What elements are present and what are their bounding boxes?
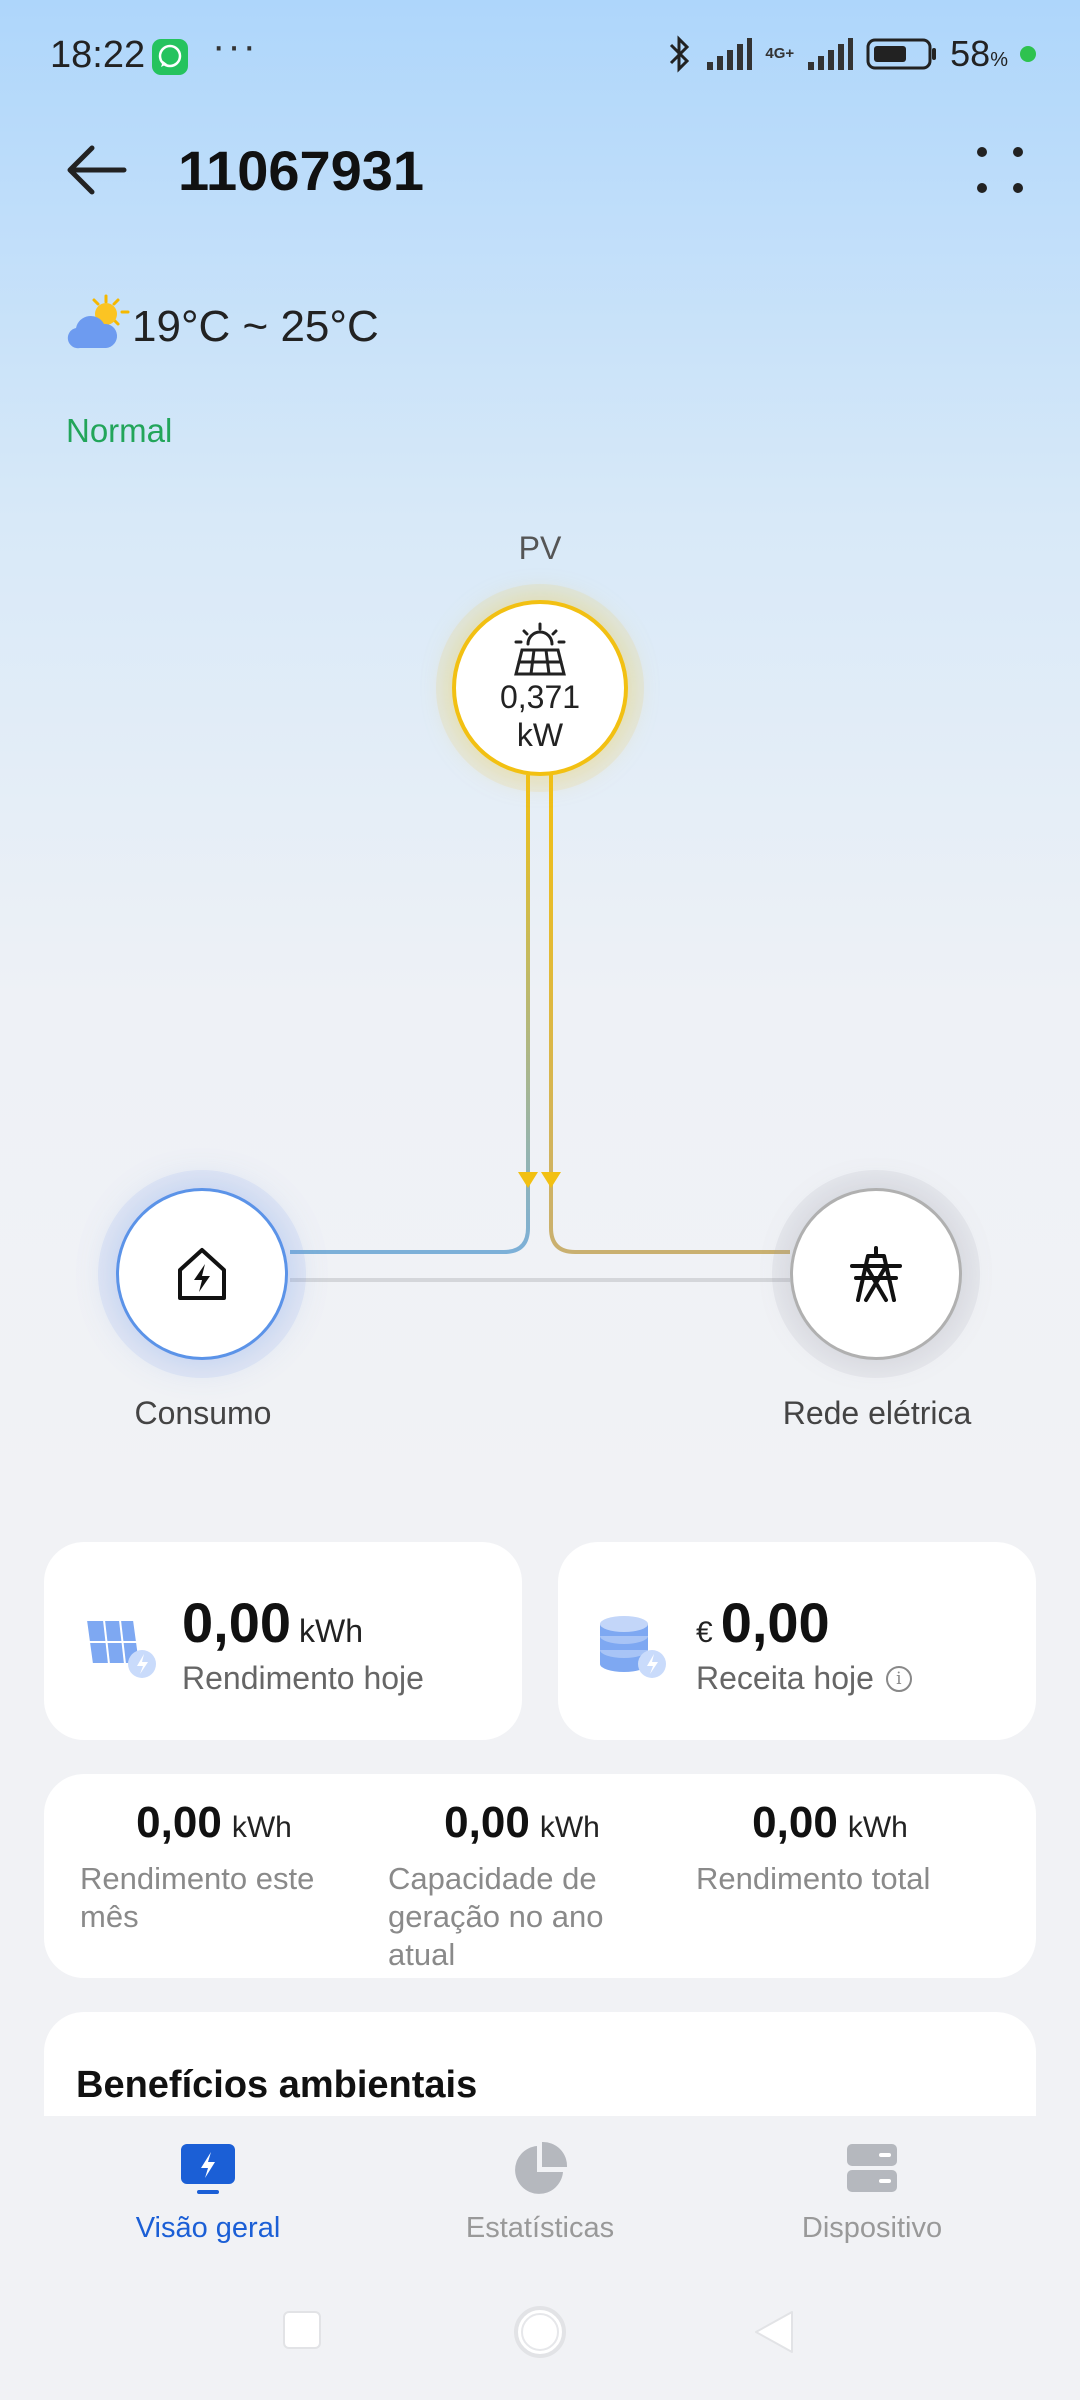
grid-node[interactable] bbox=[790, 1188, 962, 1360]
nav-overview[interactable]: Visão geral bbox=[58, 2140, 358, 2245]
system-navigation-bar bbox=[0, 2266, 1080, 2400]
info-icon[interactable]: i bbox=[885, 1665, 912, 1692]
stat-year-value: 0,00 bbox=[444, 1798, 530, 1847]
stat-year-unit: kWh bbox=[539, 1811, 600, 1844]
yield-today-label: Rendimento hoje bbox=[182, 1660, 424, 1696]
currency-symbol: € bbox=[696, 1616, 713, 1649]
yield-stats-card: 0,00 kWh Rendimento este mês 0,00 kWh Ca… bbox=[44, 1774, 1036, 1978]
stat-total-unit: kWh bbox=[847, 1811, 908, 1844]
stat-month: 0,00 kWh Rendimento este mês bbox=[64, 1798, 364, 1936]
bottom-navigation: Visão geral Estatísticas Dispositivo bbox=[0, 2116, 1080, 2266]
overview-icon bbox=[179, 2140, 237, 2198]
revenue-today-card[interactable]: € 0,00 Receita hoje i bbox=[558, 1542, 1036, 1740]
stat-total-value: 0,00 bbox=[752, 1798, 838, 1847]
revenue-today-label: Receita hoje bbox=[696, 1660, 874, 1696]
nav-statistics-label: Estatísticas bbox=[465, 2212, 615, 2244]
stat-month-unit: kWh bbox=[231, 1811, 292, 1844]
pie-chart-icon bbox=[511, 2140, 569, 2198]
solar-yield-icon bbox=[84, 1619, 156, 1678]
flow-arrow-left bbox=[518, 1172, 538, 1188]
yield-today-value: 0,00 bbox=[182, 1591, 291, 1654]
device-icon bbox=[843, 2140, 901, 2198]
grid-label: Rede elétrica bbox=[782, 1395, 972, 1431]
recent-apps-button[interactable] bbox=[282, 2310, 322, 2350]
stat-total-label: Rendimento total bbox=[696, 1861, 931, 1896]
stat-month-value: 0,00 bbox=[136, 1798, 222, 1847]
environmental-benefits-title: Benefícios ambientais bbox=[76, 2064, 478, 2106]
pv-label: PV bbox=[518, 530, 562, 566]
system-back-button[interactable] bbox=[752, 2308, 796, 2356]
nav-overview-label: Visão geral bbox=[135, 2212, 281, 2244]
pv-power-value: 0,371 bbox=[499, 679, 581, 715]
coins-icon bbox=[600, 1616, 666, 1678]
stat-total: 0,00 kWh Rendimento total bbox=[680, 1798, 980, 1898]
pv-node[interactable]: 0,371 kW bbox=[452, 600, 628, 776]
home-button[interactable] bbox=[512, 2304, 568, 2360]
flow-line-pv-grid bbox=[549, 775, 790, 1254]
yield-today-card[interactable]: 0,00 kWh Rendimento hoje bbox=[44, 1542, 522, 1740]
power-tower-icon bbox=[850, 1246, 902, 1302]
yield-today-unit: kWh bbox=[299, 1613, 363, 1649]
stat-year: 0,00 kWh Capacidade de geração no ano at… bbox=[372, 1798, 672, 1974]
pv-power-unit: kW bbox=[516, 717, 564, 753]
consumption-label: Consumo bbox=[134, 1395, 272, 1431]
solar-panel-icon bbox=[514, 622, 566, 676]
home-power-icon bbox=[178, 1248, 226, 1300]
stat-year-label: Capacidade de geração no ano atual bbox=[388, 1861, 604, 1972]
flow-line-pv-consumption bbox=[290, 775, 530, 1254]
nav-device[interactable]: Dispositivo bbox=[722, 2140, 1022, 2245]
stat-month-label: Rendimento este mês bbox=[80, 1861, 315, 1934]
flow-arrow-right bbox=[541, 1172, 561, 1188]
nav-device-label: Dispositivo bbox=[801, 2212, 943, 2244]
nav-statistics[interactable]: Estatísticas bbox=[390, 2140, 690, 2245]
consumption-node[interactable] bbox=[116, 1188, 288, 1360]
revenue-today-value: 0,00 bbox=[720, 1591, 830, 1654]
